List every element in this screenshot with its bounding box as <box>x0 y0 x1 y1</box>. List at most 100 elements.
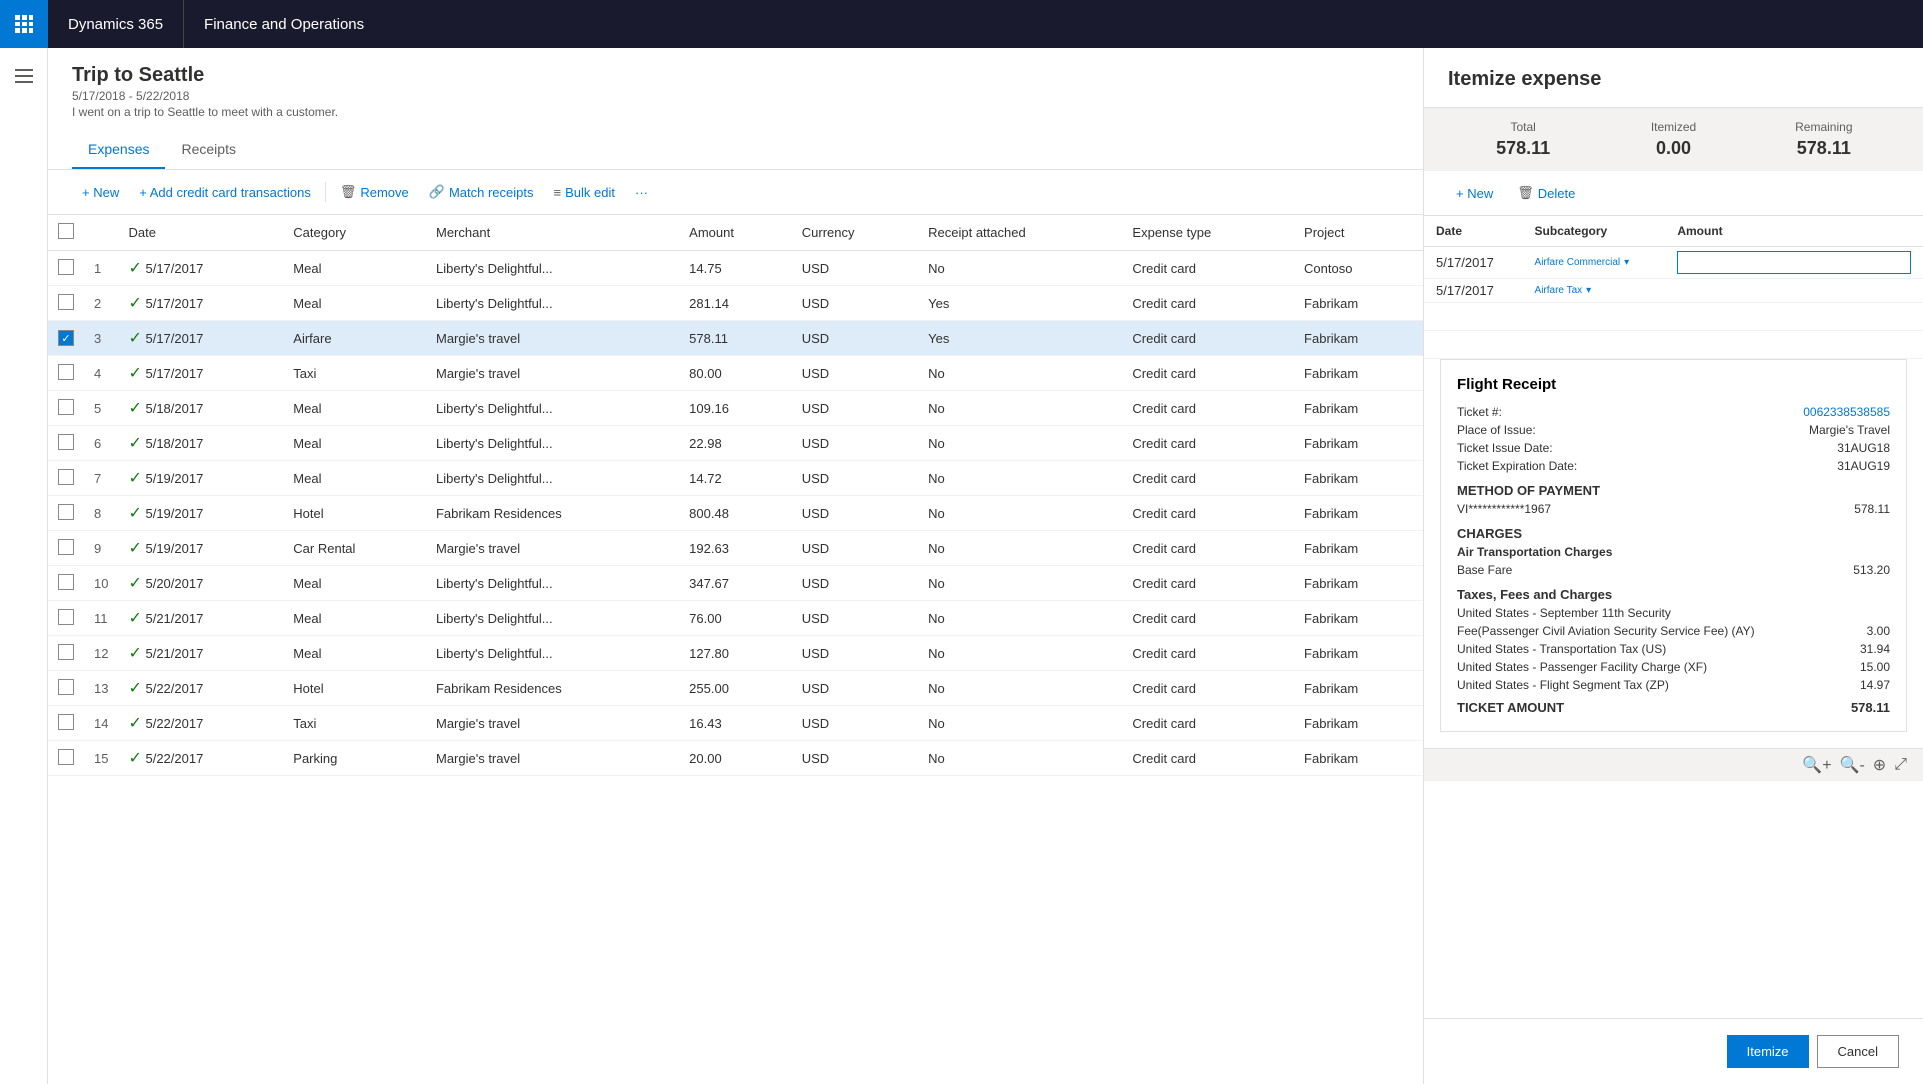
grid-menu-button[interactable] <box>0 0 48 48</box>
row-amount: 109.16 <box>679 391 792 426</box>
status-icon: ✓ <box>128 610 141 627</box>
row-receipt: Yes <box>918 286 1122 321</box>
row-category: Taxi <box>283 706 426 741</box>
receipt-ticket-total-row: TICKET AMOUNT 578.11 <box>1457 700 1890 715</box>
cancel-button[interactable]: Cancel <box>1817 1035 1899 1068</box>
table-row[interactable]: 5 ✓ 5/18/2017 Meal Liberty's Delightful.… <box>48 391 1423 426</box>
row-checkbox[interactable] <box>48 251 84 286</box>
table-row[interactable]: 6 ✓ 5/18/2017 Meal Liberty's Delightful.… <box>48 426 1423 461</box>
table-row[interactable]: 3 ✓ 5/17/2017 Airfare Margie's travel 57… <box>48 321 1423 356</box>
fullscreen-button[interactable]: ⤢ <box>1894 755 1907 775</box>
panel-footer: Itemize Cancel <box>1424 1018 1923 1084</box>
row-project: Fabrikam <box>1294 671 1423 706</box>
row-checkbox[interactable] <box>48 741 84 776</box>
row-checkbox[interactable] <box>48 671 84 706</box>
row-amount: 20.00 <box>679 741 792 776</box>
row-checkbox[interactable] <box>48 566 84 601</box>
row-merchant: Margie's travel <box>426 321 679 356</box>
status-icon: ✓ <box>128 540 141 557</box>
row-merchant: Liberty's Delightful... <box>426 391 679 426</box>
header-date[interactable]: Date <box>118 215 283 251</box>
row-num: 13 <box>84 671 118 706</box>
header-checkbox[interactable] <box>48 215 84 251</box>
row-checkbox[interactable] <box>48 321 84 356</box>
table-row[interactable]: 7 ✓ 5/19/2017 Meal Liberty's Delightful.… <box>48 461 1423 496</box>
receipt-zoom-bar: 🔍+ 🔍- ⊕ ⤢ <box>1424 748 1923 781</box>
row-merchant: Fabrikam Residences <box>426 496 679 531</box>
tab-receipts[interactable]: Receipts <box>165 131 251 169</box>
itemize-button[interactable]: Itemize <box>1727 1035 1809 1068</box>
receipt-ticket-number[interactable]: 0062338538585 <box>1803 405 1890 419</box>
itemize-amount-input-1[interactable] <box>1677 251 1911 274</box>
table-row[interactable]: 9 ✓ 5/19/2017 Car Rental Margie's travel… <box>48 531 1423 566</box>
header-amount[interactable]: Amount <box>679 215 792 251</box>
row-checkbox[interactable] <box>48 426 84 461</box>
row-project: Fabrikam <box>1294 461 1423 496</box>
header-merchant[interactable]: Merchant <box>426 215 679 251</box>
match-receipts-button[interactable]: 🔗 Match receipts <box>419 178 544 206</box>
table-row[interactable]: 14 ✓ 5/22/2017 Taxi Margie's travel 16.4… <box>48 706 1423 741</box>
table-row[interactable]: 1 ✓ 5/17/2017 Meal Liberty's Delightful.… <box>48 251 1423 286</box>
row-expense-type: Credit card <box>1122 741 1294 776</box>
table-row[interactable]: 4 ✓ 5/17/2017 Taxi Margie's travel 80.00… <box>48 356 1423 391</box>
table-row[interactable]: 8 ✓ 5/19/2017 Hotel Fabrikam Residences … <box>48 496 1423 531</box>
tab-expenses[interactable]: Expenses <box>72 131 165 169</box>
remove-button[interactable]: 🗑 Remove <box>330 178 419 206</box>
row-checkbox[interactable] <box>48 391 84 426</box>
finance-nav-link[interactable]: Finance and Operations <box>184 0 384 48</box>
row-checkbox[interactable] <box>48 286 84 321</box>
row-merchant: Liberty's Delightful... <box>426 566 679 601</box>
expenses-table-container: Date Category Merchant Amount Currency R… <box>48 215 1423 1084</box>
table-row[interactable]: 12 ✓ 5/21/2017 Meal Liberty's Delightful… <box>48 636 1423 671</box>
row-currency: USD <box>792 741 918 776</box>
row-amount: 127.80 <box>679 636 792 671</box>
table-row[interactable]: 10 ✓ 5/20/2017 Meal Liberty's Delightful… <box>48 566 1423 601</box>
header-project[interactable]: Project <box>1294 215 1423 251</box>
row-num: 7 <box>84 461 118 496</box>
row-currency: USD <box>792 461 918 496</box>
row-currency: USD <box>792 286 918 321</box>
header-currency[interactable]: Currency <box>792 215 918 251</box>
row-num: 5 <box>84 391 118 426</box>
sidebar-menu-icon[interactable] <box>4 56 44 96</box>
header-receipt[interactable]: Receipt attached <box>918 215 1122 251</box>
receipt-place-row: Place of Issue: Margie's Travel <box>1457 423 1890 437</box>
row-merchant: Liberty's Delightful... <box>426 636 679 671</box>
table-row[interactable]: 11 ✓ 5/21/2017 Meal Liberty's Delightful… <box>48 601 1423 636</box>
row-checkbox[interactable] <box>48 496 84 531</box>
zoom-reset-button[interactable]: ⊕ <box>1873 755 1886 775</box>
add-credit-card-button[interactable]: + Add credit card transactions <box>129 179 321 206</box>
tax-amount: 15.00 <box>1860 660 1890 674</box>
row-checkbox[interactable] <box>48 461 84 496</box>
row-receipt: No <box>918 496 1122 531</box>
bulk-edit-button[interactable]: ≡ Bulk edit <box>544 179 625 206</box>
itemize-amount-1[interactable] <box>1665 247 1923 279</box>
table-row[interactable]: 15 ✓ 5/22/2017 Parking Margie's travel 2… <box>48 741 1423 776</box>
row-currency: USD <box>792 321 918 356</box>
row-checkbox[interactable] <box>48 706 84 741</box>
header-category[interactable]: Category <box>283 215 426 251</box>
row-checkbox[interactable] <box>48 531 84 566</box>
row-checkbox[interactable] <box>48 636 84 671</box>
row-expense-type: Credit card <box>1122 671 1294 706</box>
row-date: ✓ 5/17/2017 <box>118 356 283 391</box>
table-row[interactable]: 13 ✓ 5/22/2017 Hotel Fabrikam Residences… <box>48 671 1423 706</box>
new-expense-button[interactable]: + New <box>72 179 129 206</box>
row-checkbox[interactable] <box>48 601 84 636</box>
dynamics-nav-link[interactable]: Dynamics 365 <box>48 0 184 48</box>
status-icon: ✓ <box>128 715 141 732</box>
row-amount: 14.75 <box>679 251 792 286</box>
itemize-new-button[interactable]: + New <box>1448 182 1501 205</box>
receipt-card-row: VI************1967 578.11 <box>1457 502 1890 516</box>
row-checkbox[interactable] <box>48 356 84 391</box>
itemize-delete-button[interactable]: 🗑 Delete <box>1509 181 1583 205</box>
itemize-subcategory-2[interactable]: Airfare Tax ▾ <box>1523 279 1666 303</box>
header-expense-type[interactable]: Expense type <box>1122 215 1294 251</box>
itemize-subcategory-1[interactable]: Airfare Commercial ▾ <box>1523 247 1666 279</box>
table-row[interactable]: 2 ✓ 5/17/2017 Meal Liberty's Delightful.… <box>48 286 1423 321</box>
zoom-out-button[interactable]: 🔍- <box>1840 755 1865 775</box>
zoom-in-button[interactable]: 🔍+ <box>1802 755 1831 775</box>
more-options-button[interactable]: ··· <box>625 179 658 206</box>
summary-remaining: Remaining 578.11 <box>1749 120 1899 159</box>
receipt-payment-header: METHOD OF PAYMENT <box>1457 483 1890 498</box>
